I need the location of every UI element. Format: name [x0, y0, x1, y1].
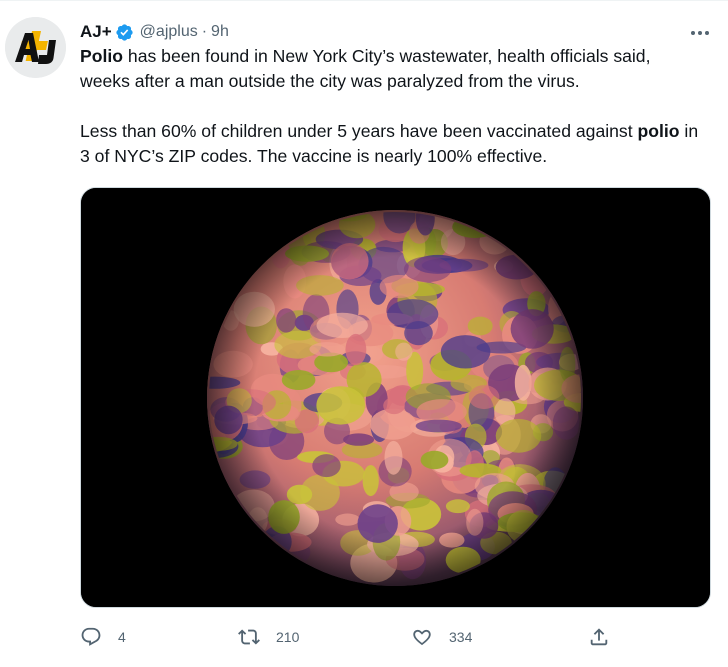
tweet-header: AJ+ @ajplus · 9h [80, 21, 229, 43]
avatar[interactable] [5, 17, 66, 78]
divider [0, 0, 728, 1]
like-count: 334 [449, 629, 473, 645]
tweet-media[interactable] [80, 187, 711, 608]
verified-badge-icon [115, 23, 134, 42]
keyword-polio: polio [637, 121, 680, 141]
tweet[interactable]: AJ+ @ajplus · 9h Polio has been found in… [0, 0, 728, 667]
text-segment: Less than 60% of children under 5 years … [80, 121, 638, 141]
poliovirus-image [81, 188, 710, 607]
reply-count: 4 [118, 629, 126, 645]
tweet-paragraph-2: Less than 60% of children under 5 years … [80, 119, 705, 169]
separator: · [201, 23, 208, 40]
timestamp[interactable]: 9h [211, 23, 229, 41]
retweet-button[interactable]: 210 [238, 622, 299, 652]
tweet-text: Polio has been found in New York City’s … [80, 44, 705, 169]
text-segment: has been found in New York City’s wastew… [80, 46, 651, 91]
aj-plus-logo-icon [5, 17, 66, 78]
retweet-icon [238, 629, 260, 645]
retweet-count: 210 [276, 629, 300, 645]
reply-icon [81, 627, 101, 646]
tweet-paragraph-1: Polio has been found in New York City’s … [80, 44, 705, 94]
share-icon [590, 628, 608, 646]
reply-button[interactable]: 4 [80, 622, 126, 652]
action-bar: 4 210 334 [80, 622, 640, 652]
share-button[interactable] [588, 622, 610, 652]
more-icon [691, 31, 709, 35]
heart-icon [413, 629, 431, 646]
author-handle[interactable]: @ajplus [140, 23, 198, 41]
keyword-polio: Polio [80, 46, 124, 66]
more-button[interactable] [686, 24, 714, 42]
like-button[interactable]: 334 [411, 622, 472, 652]
author-name[interactable]: AJ+ [80, 22, 112, 42]
